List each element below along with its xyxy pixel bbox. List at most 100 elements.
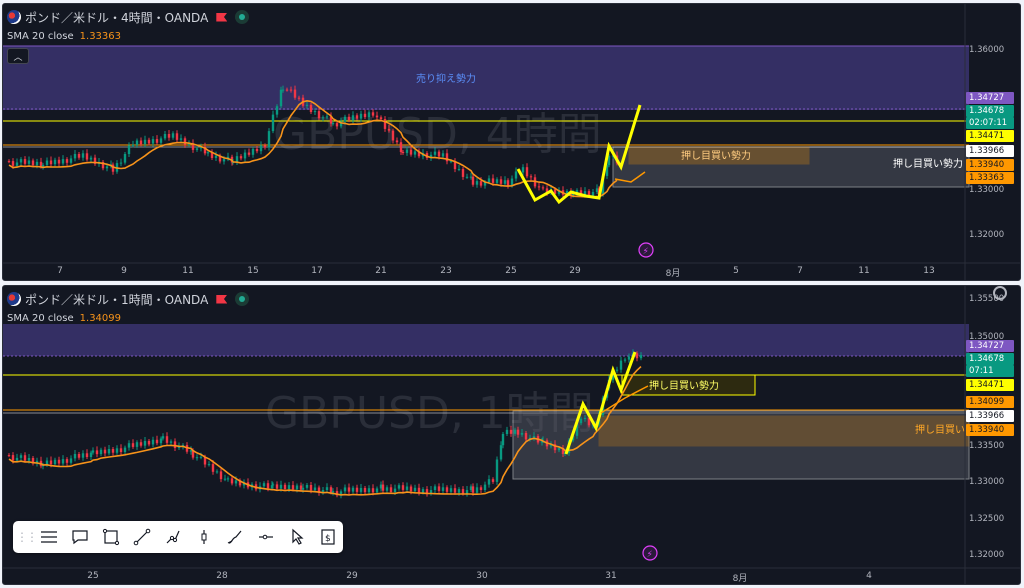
candle-body [61, 459, 65, 464]
candle-body [391, 130, 395, 141]
candle-body [223, 478, 227, 480]
trendline-icon[interactable] [126, 523, 157, 551]
candle-body [335, 123, 339, 127]
candle-body [111, 449, 115, 453]
candle-body [503, 180, 507, 184]
candle-body [383, 119, 387, 129]
candle-body [513, 429, 517, 434]
candle-body [266, 483, 270, 489]
candle-body [351, 487, 355, 492]
candle-body [251, 148, 255, 155]
chart-pane-4h[interactable]: GBPUSD, 4時間 売り抑え勢力 押し目買い勢力 押し目買い勢力 ⚡ ポンド… [2, 3, 1021, 281]
candle-body [313, 487, 317, 491]
horizontal-ray-icon[interactable] [250, 523, 281, 551]
price-label-resistance: 1.34727 [966, 92, 1014, 104]
candle-body [27, 160, 31, 164]
rectangle-icon[interactable] [95, 523, 126, 551]
candle-body [321, 117, 325, 119]
candle-body [433, 486, 437, 490]
candle-body [471, 176, 475, 185]
symbol-title[interactable]: ポンド／米ドル・1時間・OANDA [25, 291, 208, 308]
long-position-icon[interactable] [188, 523, 219, 551]
candle-body [309, 485, 313, 491]
lines-icon[interactable] [33, 523, 64, 551]
candle-body [379, 117, 383, 120]
legend-4h: ポンド／米ドル・4時間・OANDA SMA 20 close 1.33363 ︿ [7, 8, 250, 64]
settings-gear-icon[interactable] [993, 286, 1007, 300]
price-label-last: 1.34678 [966, 353, 1014, 365]
time-label: 13 [923, 266, 935, 276]
resistance-zone[interactable] [3, 324, 969, 356]
candle-body [461, 168, 465, 177]
candle-body [281, 89, 285, 91]
legend-1h: ポンド／米ドル・1時間・OANDA SMA 20 close 1.34099 [7, 290, 250, 326]
path-icon[interactable] [157, 523, 188, 551]
candle-body [135, 140, 139, 145]
candle-body [615, 369, 619, 371]
symbol-title[interactable]: ポンド／米ドル・4時間・OANDA [25, 9, 208, 26]
candle-body [524, 433, 528, 440]
long-position-icon-svg [201, 530, 206, 544]
candle-body [305, 104, 309, 106]
candle-body [363, 113, 367, 118]
axis-label: 1.32000 [969, 230, 1005, 240]
candle-body [275, 484, 279, 489]
candle-body [53, 459, 57, 465]
candle-body [262, 483, 266, 487]
candle-body [627, 356, 631, 360]
candle-body [293, 89, 297, 98]
comment-icon[interactable] [64, 523, 95, 551]
zone-upper-label: 売り抑え勢力 [416, 72, 476, 85]
candle-body [195, 457, 199, 459]
cursor-icon[interactable] [281, 523, 312, 551]
candle-body [516, 429, 520, 435]
price-range-icon-svg: $ [320, 529, 335, 545]
brush-icon[interactable] [219, 523, 250, 551]
candle-body [441, 487, 445, 491]
cursor-icon-svg [291, 528, 304, 545]
candle-body [279, 484, 283, 489]
candle-body [135, 442, 139, 447]
candle-body [243, 152, 247, 159]
candle-body [53, 159, 57, 165]
drag-handle-icon[interactable]: ⋮⋮ [16, 523, 38, 551]
collapse-legend-button[interactable]: ︿ [7, 48, 29, 64]
candle-body [285, 89, 289, 91]
candle-body [291, 485, 295, 490]
flag-icon[interactable] [216, 294, 228, 304]
time-label: 25 [505, 266, 517, 276]
sma-label[interactable]: SMA 20 close [7, 31, 74, 42]
price-label-orange: 1.33940 [966, 159, 1014, 171]
candle-body [479, 181, 483, 186]
candle-body [331, 123, 335, 125]
candle-body [271, 484, 275, 486]
candle-body [275, 106, 279, 115]
candle-body [395, 140, 399, 143]
chart-pane-1h[interactable]: GBPUSD, 1時間 押し目買い 押し目買い勢力 ⚡ ポンド／米ドル・1時間・… [2, 285, 1021, 585]
candle-body [465, 176, 469, 178]
candle-body [331, 491, 335, 493]
candle-body [325, 487, 329, 490]
sma-label[interactable]: SMA 20 close [7, 313, 74, 324]
candle-body [483, 484, 487, 490]
candle-body [77, 154, 81, 158]
candle-body [529, 176, 533, 178]
candle-body [520, 433, 524, 435]
time-label: 31 [605, 571, 617, 581]
candle-body [219, 471, 223, 480]
time-label: 7 [57, 266, 63, 276]
price-range-icon[interactable]: $ [312, 523, 343, 551]
axis-label: 1.33000 [969, 185, 1005, 195]
candle-body [289, 89, 293, 91]
flag-icon[interactable] [216, 12, 228, 22]
lines-icon-svg [40, 531, 57, 543]
candle-body [11, 161, 15, 166]
candle-body [393, 488, 397, 492]
price-label-last: 1.34678 [966, 105, 1014, 117]
orange-zone-box[interactable] [598, 415, 970, 447]
gbpusd-flag-icon [7, 292, 21, 306]
candle-body [35, 161, 39, 166]
candle-body [343, 487, 347, 492]
candle-body [179, 138, 183, 140]
candle-body [214, 155, 218, 158]
